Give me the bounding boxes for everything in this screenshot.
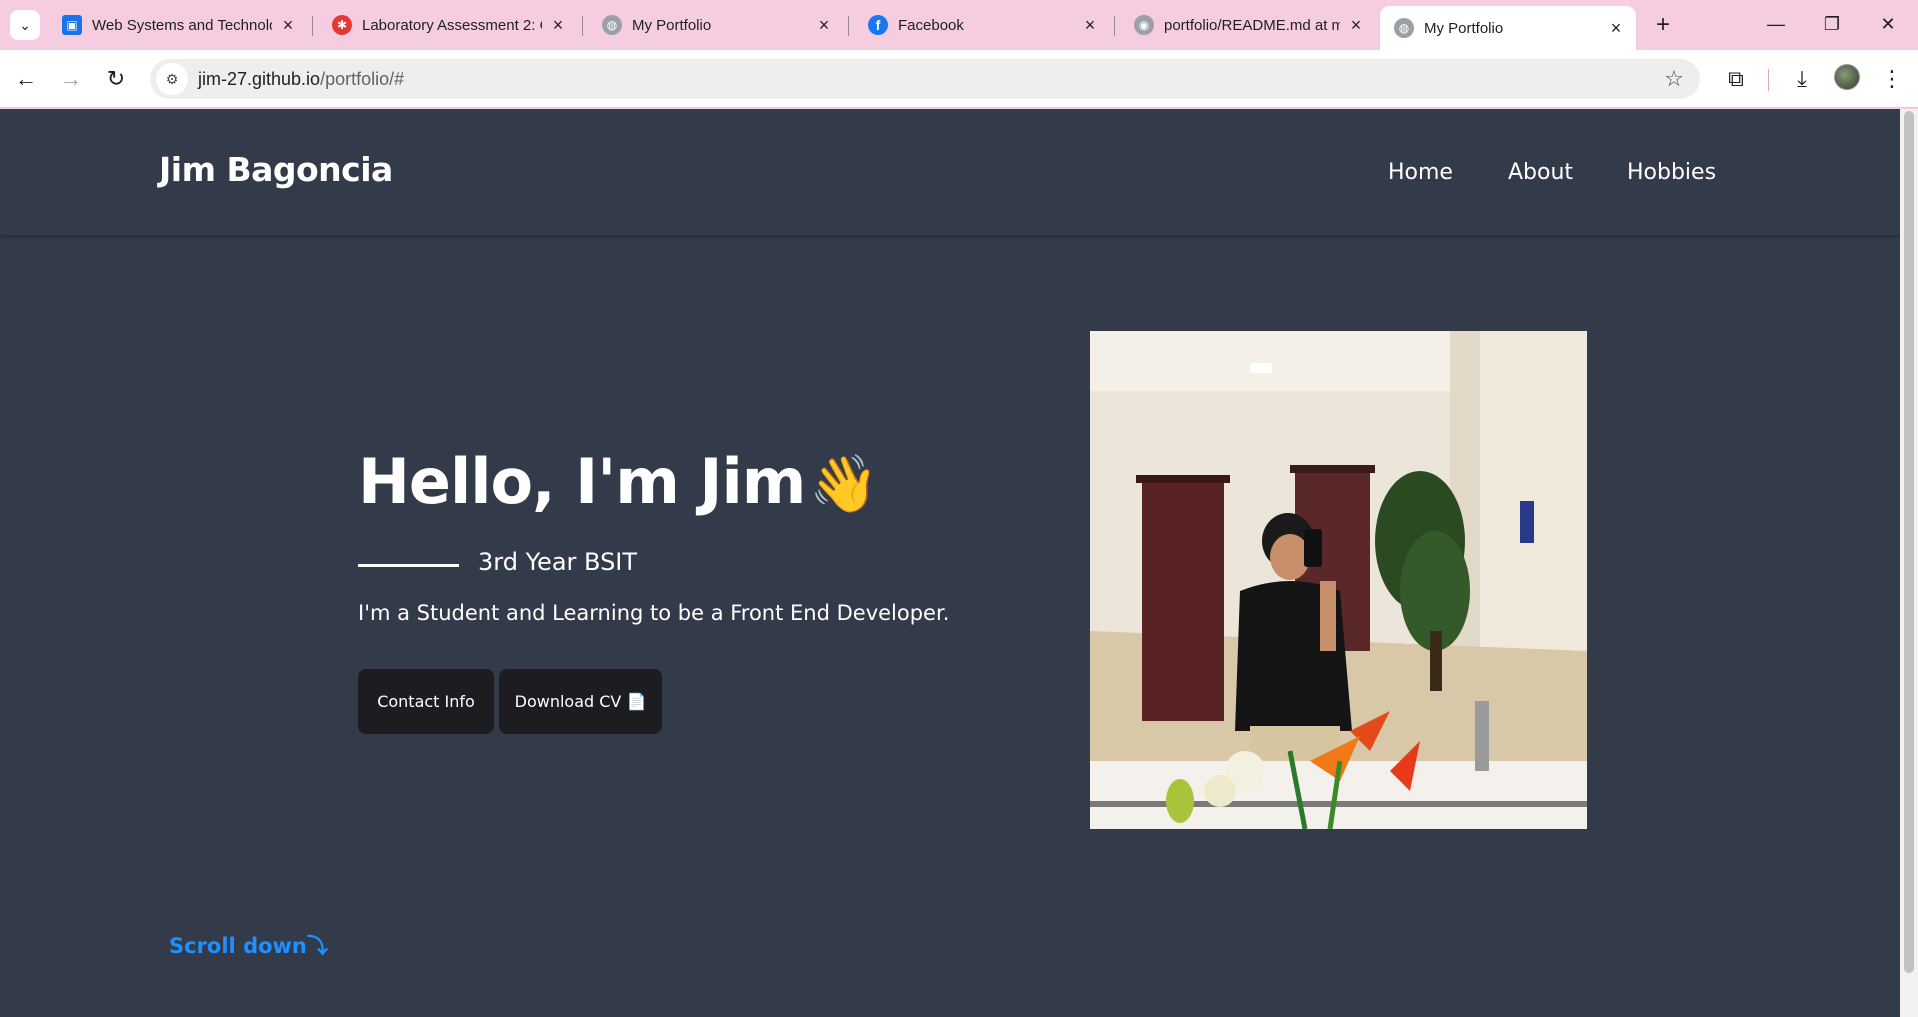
toolbar-divider [1768,69,1769,91]
site-brand[interactable]: Jim Bagoncia [159,150,393,189]
hero-subtitle: 3rd Year BSIT [478,548,638,576]
minimize-button[interactable]: — [1754,8,1798,40]
scroll-down-link[interactable]: Scroll down⤵ [169,930,328,960]
tab-search-button[interactable]: ⌄ [10,10,40,40]
close-icon[interactable]: × [814,15,834,35]
tab-separator [312,16,313,36]
hero-title: Hello, I'm Jim👋 [358,445,879,518]
address-bar[interactable]: ⚙ jim-27.github.io/portfolio/# ☆ [150,59,1700,99]
kebab-menu-icon: ⋮ [1881,66,1903,91]
close-window-button[interactable]: ✕ [1866,8,1910,40]
nav-home[interactable]: Home [1388,160,1453,185]
url-path: /portfolio/# [320,68,405,89]
plus-icon: + [1655,11,1670,38]
forward-button[interactable]: → [55,63,87,95]
contact-info-button[interactable]: Contact Info [358,669,494,734]
url-host: jim-27.github.io [198,68,321,89]
extensions-button[interactable]: ⧉ [1720,63,1752,95]
tab-title: portfolio/README.md at m [1164,16,1340,34]
tab-strip: ⌄ ▣ Web Systems and Technolo × ✱ Laborat… [0,0,1918,50]
back-button[interactable]: ← [10,63,42,95]
close-icon[interactable]: × [1606,18,1626,38]
reload-icon: ↻ [106,66,126,91]
waving-hand-icon: 👋 [809,452,879,517]
globe-icon: ◍ [602,15,622,35]
profile-avatar[interactable] [1834,64,1860,90]
tab-title: Laboratory Assessment 2: C [362,16,542,34]
download-cv-button[interactable]: Download CV 📄 [499,669,662,734]
tab-title: Web Systems and Technolo [92,16,272,34]
hero-title-text: Hello, I'm Jim [358,445,806,518]
hero-tagline: I'm a Student and Learning to be a Front… [358,601,950,625]
url-text: jim-27.github.io/portfolio/# [198,69,404,90]
facebook-icon: f [868,15,888,35]
canvas-icon: ✱ [332,15,352,35]
download-icon: ⤓ [1797,66,1807,91]
nav-hobbies[interactable]: Hobbies [1627,160,1716,185]
reload-button[interactable]: ↻ [100,63,132,95]
restore-icon: ❐ [1823,13,1841,34]
tab-laboratory-assessment[interactable]: ✱ Laboratory Assessment 2: C × [318,8,578,42]
site-info-icon[interactable]: ⚙ [156,63,188,95]
downloads-button[interactable]: ⤓ [1786,63,1818,95]
close-icon[interactable]: × [1080,15,1100,35]
tab-title: Facebook [898,16,964,34]
github-icon: ◉ [1134,15,1154,35]
minimize-icon: — [1767,13,1785,34]
tab-separator [848,16,849,36]
nav-about[interactable]: About [1508,160,1573,185]
arrow-right-icon: → [60,66,82,91]
tab-my-portfolio-active[interactable]: ◍ My Portfolio × [1380,6,1636,50]
classroom-icon: ▣ [62,15,82,35]
scrollbar-thumb[interactable] [1904,111,1914,973]
tab-separator [582,16,583,36]
tab-title: My Portfolio [1424,19,1504,37]
tab-github-readme[interactable]: ◉ portfolio/README.md at m × [1120,8,1376,42]
tab-facebook[interactable]: f Facebook × [854,8,1110,42]
tab-title: My Portfolio [632,16,712,34]
close-icon[interactable]: × [1346,15,1366,35]
restore-button[interactable]: ❐ [1810,8,1854,40]
puzzle-icon: ⧉ [1728,66,1744,91]
close-icon[interactable]: × [278,15,298,35]
tab-my-portfolio-1[interactable]: ◍ My Portfolio × [588,8,844,42]
close-icon: ✕ [1880,13,1896,34]
new-tab-button[interactable]: + [1648,10,1678,40]
profile-photo [1090,331,1587,829]
subtitle-divider [358,564,459,567]
close-icon[interactable]: × [548,15,568,35]
menu-button[interactable]: ⋮ [1876,63,1908,95]
bookmark-star-icon[interactable]: ☆ [1660,65,1688,93]
tab-separator [1114,16,1115,36]
site-header: Jim Bagoncia Home About Hobbies [0,109,1900,235]
tab-web-systems[interactable]: ▣ Web Systems and Technolo × [48,8,308,42]
arrow-left-icon: ← [15,66,37,91]
page-viewport: Jim Bagoncia Home About Hobbies Hello, I… [0,109,1918,1017]
profile-photo-illustration [1090,331,1587,829]
globe-icon: ◍ [1394,18,1414,38]
browser-toolbar: ← → ↻ ⚙ jim-27.github.io/portfolio/# ☆ ⧉… [0,50,1918,108]
chevron-down-icon: ⌄ [19,16,31,33]
